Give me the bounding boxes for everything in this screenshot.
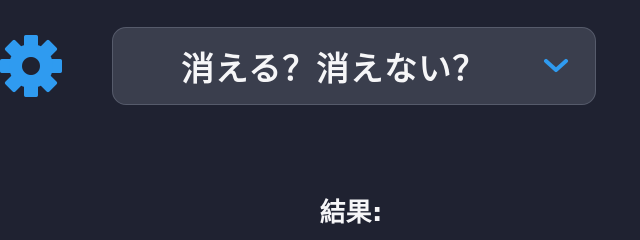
result-label: 結果: — [320, 198, 383, 228]
gear-icon[interactable] — [0, 34, 64, 98]
mode-select-dropdown[interactable]: 消える？消えない？ — [112, 27, 596, 105]
dropdown-selected-value: 消える？消えない？ — [181, 49, 487, 88]
gear-icon-graphic — [0, 35, 62, 97]
chevron-down-icon — [544, 59, 568, 72]
